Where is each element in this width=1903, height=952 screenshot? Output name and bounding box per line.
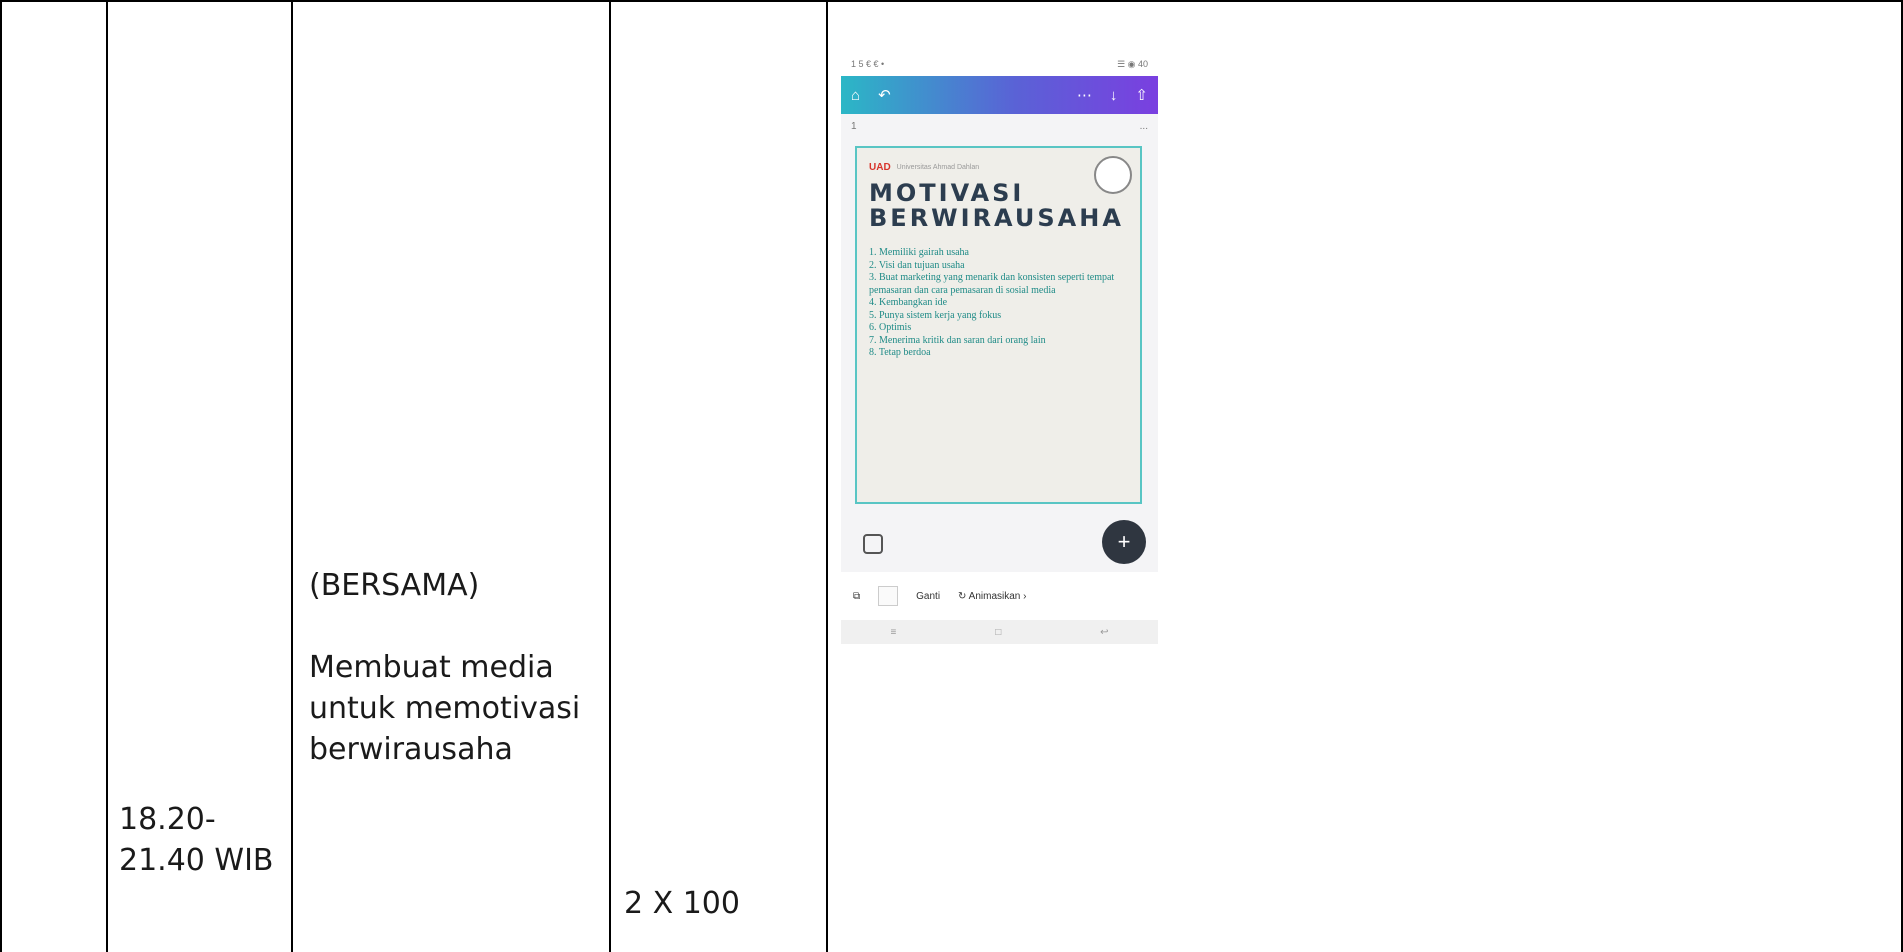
design-title: MOTIVASI BERWIRAUSAHA — [869, 181, 1128, 231]
chevron-right-icon: › — [1023, 590, 1027, 602]
animate-label: Animasikan — [968, 590, 1021, 602]
design-list: 1. Memiliki gairah usaha 2. Visi dan tuj… — [869, 247, 1128, 360]
brand-logo: UAD Universitas Ahmad Dahlan — [869, 162, 1128, 173]
home-icon[interactable]: ⌂ — [851, 87, 860, 104]
phone-status-bar: 1 5 € € • ☰ ◉ 40 — [841, 52, 1158, 76]
undo-icon[interactable]: ↶ — [878, 86, 891, 104]
volume-value: 2 X 100 — [624, 886, 740, 921]
brand-subtitle: Universitas Ahmad Dahlan — [896, 164, 980, 171]
time-start: 18.20- — [119, 802, 216, 837]
table-border-left — [0, 0, 2, 952]
brand-name: UAD — [869, 162, 891, 173]
editor-toolbar: ⌂ ↶ ⋯ ↓ ⇧ — [841, 76, 1158, 114]
design-title-line-2: BERWIRAUSAHA — [869, 204, 1124, 232]
design-title-line-1: MOTIVASI — [869, 179, 1025, 207]
list-item: 2. Visi dan tujuan usaha — [869, 259, 965, 271]
activity-description: Membuat media untuk memotivasi berwiraus… — [309, 647, 580, 770]
phone-screenshot: 1 5 € € • ☰ ◉ 40 ⌂ ↶ ⋯ ↓ ⇧ 1 ... UAD Uni… — [841, 52, 1158, 644]
activity-line-3: berwirausaha — [309, 732, 513, 767]
page-menu-icon[interactable]: ... — [1140, 121, 1148, 132]
page-bar: 1 ... — [841, 114, 1158, 138]
list-item: 6. Optimis — [869, 322, 912, 333]
bottom-toolbar: ⧉ Ganti ↻ Animasikan › — [841, 572, 1158, 620]
column-divider-3 — [609, 0, 611, 952]
menu-nav-icon[interactable]: ≡ — [890, 627, 896, 638]
activity-line-1: Membuat media — [309, 650, 554, 685]
time-end: 21.40 WIB — [119, 843, 274, 878]
add-button[interactable]: + — [1102, 520, 1146, 564]
design-canvas[interactable]: UAD Universitas Ahmad Dahlan MOTIVASI BE… — [855, 146, 1142, 504]
pages-icon[interactable] — [863, 534, 883, 554]
back-nav-icon[interactable]: ↩ — [1100, 627, 1108, 638]
download-icon[interactable]: ↓ — [1110, 87, 1118, 104]
system-nav-bar: ≡ □ ↩ — [841, 620, 1158, 644]
column-divider-1 — [106, 0, 108, 952]
copy-icon[interactable]: ⧉ — [853, 591, 860, 602]
share-icon[interactable]: ⇧ — [1135, 86, 1148, 104]
list-item: 7. Menerima kritik dan saran dari orang … — [869, 334, 1046, 346]
status-right: ☰ ◉ 40 — [1117, 58, 1148, 69]
column-divider-2 — [291, 0, 293, 952]
activity-tag: (BERSAMA) — [309, 568, 480, 603]
activity-line-2: untuk memotivasi — [309, 691, 581, 726]
list-item: 5. Punya sistem kerja yang fokus — [869, 309, 1002, 321]
more-icon[interactable]: ⋯ — [1077, 86, 1092, 104]
list-item: 3. Buat marketing yang menarik dan konsi… — [869, 272, 1115, 296]
time-cell: 18.20- 21.40 WIB — [119, 799, 274, 881]
status-left: 1 5 € € • — [851, 59, 885, 69]
page-number: 1 — [851, 120, 857, 132]
seal-logo-icon — [1094, 156, 1132, 194]
animate-button[interactable]: ↻ Animasikan › — [958, 591, 1026, 602]
column-divider-4 — [826, 0, 828, 952]
home-nav-icon[interactable]: □ — [995, 627, 1001, 638]
list-item: 1. Memiliki gairah usaha — [869, 247, 969, 258]
list-item: 4. Kembangkan ide — [869, 297, 948, 308]
color-swatch[interactable] — [878, 586, 899, 606]
canvas-actions: + — [841, 520, 1158, 572]
table-border-top — [0, 0, 1903, 2]
replace-button[interactable]: Ganti — [916, 591, 940, 602]
list-item: 8. Tetap berdoa — [869, 347, 931, 358]
